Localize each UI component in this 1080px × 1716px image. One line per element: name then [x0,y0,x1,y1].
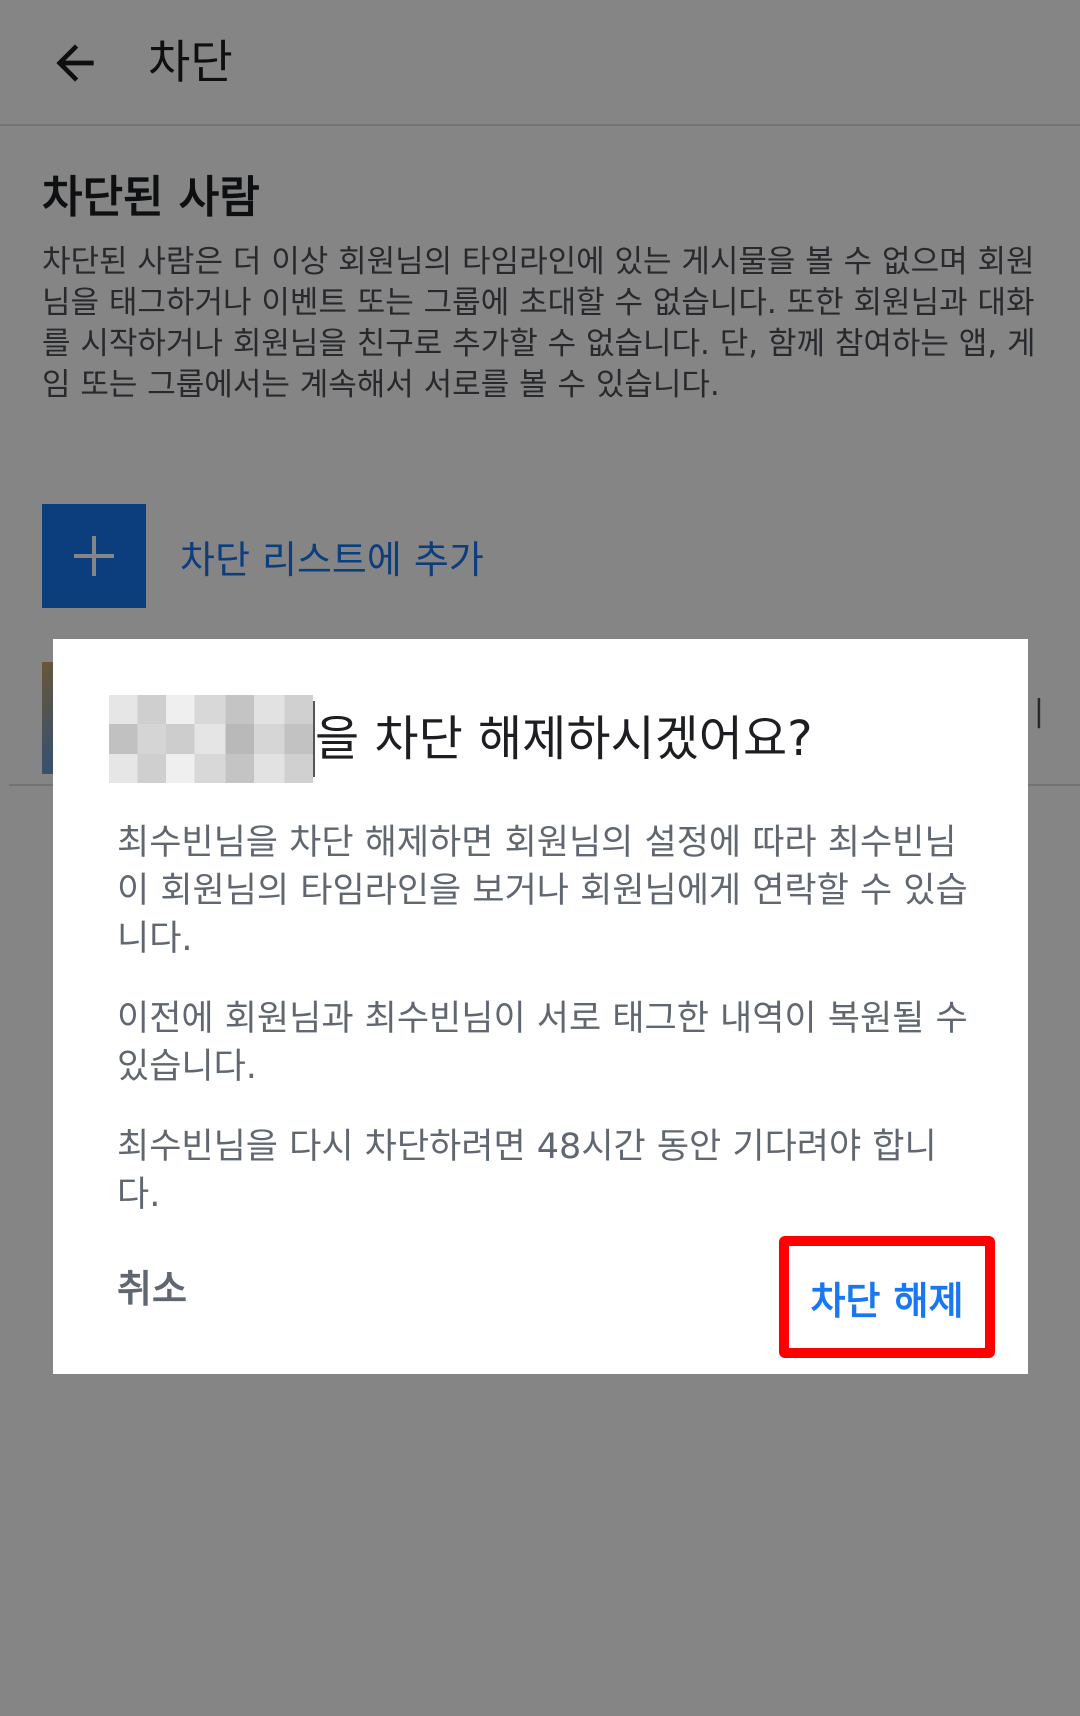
blurred-name [109,695,315,783]
dialog-paragraph: 최수빈님을 차단 해제하면 회원님의 설정에 따라 최수빈님이 회원님의 타임라… [117,823,968,959]
unblock-dialog: 을 차단 해제하시겠어요? 최수빈님을 차단 해제하면 회원님의 설정에 따라 … [53,639,1028,1374]
dialog-body: 최수빈님을 차단 해제하면 회원님의 설정에 따라 최수빈님이 회원님의 타임라… [117,819,977,1251]
dialog-paragraph: 이전에 회원님과 최수빈님이 서로 태그한 내역이 복원될 수 있습니다. [117,999,968,1087]
dialog-paragraph: 최수빈님을 다시 차단하려면 48시간 동안 기다려야 합니다. [117,1127,937,1215]
cancel-button[interactable]: 취소 [117,1259,187,1319]
unblock-button[interactable]: 차단 해제 [779,1236,995,1358]
dialog-title-text: 을 차단 해제하시겠어요? [315,711,813,767]
dialog-title: 을 차단 해제하시겠어요? [109,695,989,783]
